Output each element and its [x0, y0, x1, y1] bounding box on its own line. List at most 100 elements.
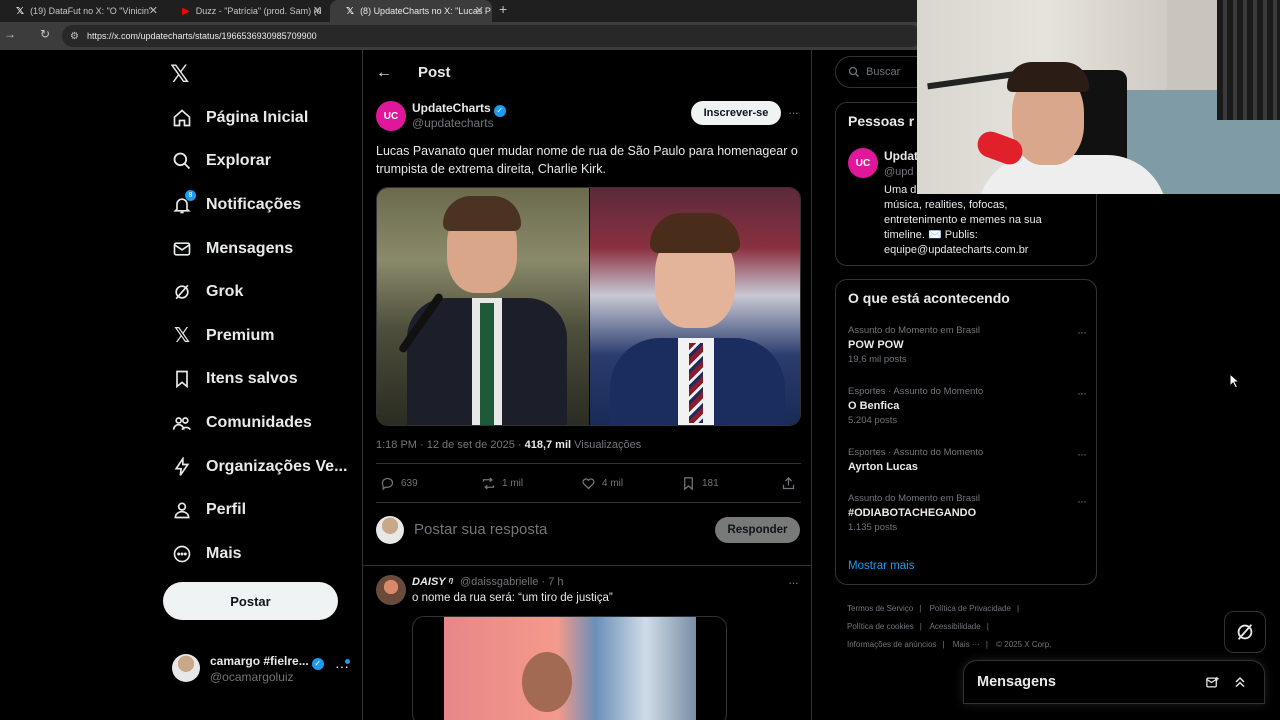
more-icon[interactable]: ··· — [1077, 447, 1087, 461]
bookmark-action[interactable]: 181 — [681, 476, 719, 491]
avatar — [376, 516, 404, 544]
reply-text: o nome da rua será: “um tiro de justiça” — [412, 592, 613, 604]
reply-author-avatar[interactable] — [376, 575, 406, 605]
sidebar-item-bookmarks[interactable]: Itens salvos — [170, 358, 347, 402]
tweet-text: Lucas Pavanato quer mudar nome de rua de… — [376, 144, 798, 176]
sidebar-item-notifications[interactable]: 8 Notificações — [170, 183, 347, 227]
footer-link[interactable]: Termos de Serviço — [847, 604, 913, 613]
author-handle[interactable]: @updatecharts — [412, 116, 494, 130]
more-icon[interactable]: ··· — [1077, 386, 1087, 400]
main-column: ← Post UC UpdateCharts ✓ @updatecharts In… — [362, 50, 812, 720]
browser-tab[interactable]: ▶ Duzz - "Patrícia" (prod. Sam) (d ✕ — [166, 0, 330, 22]
tab-label: (8) UpdateCharts no X: "Lucas P — [360, 6, 491, 16]
reply-action[interactable]: 639 — [380, 476, 418, 491]
subscribe-button[interactable]: Inscrever-se — [691, 101, 781, 125]
tweet-actions: 639 1 mil 4 mil 181 — [376, 476, 801, 496]
sidebar-item-messages[interactable]: Mensagens — [170, 227, 347, 271]
new-tab-icon[interactable]: + — [499, 1, 507, 17]
reply-input[interactable]: Postar sua resposta — [414, 521, 547, 538]
tweet-timestamp[interactable]: 1:18 PM · 12 de set de 2025 · — [376, 439, 525, 451]
sidebar-item-grok[interactable]: Grok — [170, 270, 347, 314]
more-icon[interactable]: ··· — [1077, 325, 1087, 339]
post-button[interactable]: Postar — [163, 582, 338, 620]
like-action[interactable]: 4 mil — [581, 476, 623, 491]
sidebar-item-explore[interactable]: Explorar — [170, 140, 347, 184]
footer-link[interactable]: Política de cookies — [847, 622, 914, 631]
x-logo-icon: 𝕏 — [173, 325, 191, 348]
trend-item[interactable]: Assunto do Momento em Brasil #ODIABOTACH… — [848, 493, 1088, 533]
reply-button[interactable]: Responder — [715, 517, 800, 543]
close-tab-icon[interactable]: ✕ — [313, 4, 322, 17]
footer-link[interactable]: Acessibilidade — [930, 622, 981, 631]
reply-image[interactable] — [412, 616, 727, 720]
footer-link[interactable]: Política de Privacidade — [930, 604, 1011, 613]
reply-author-name[interactable]: DAISY ᵑ — [412, 576, 453, 588]
sidebar-item-communities[interactable]: Comunidades — [170, 401, 347, 445]
tweet-image[interactable] — [376, 187, 801, 426]
people-bio-line: entretenimento e memes na sua — [884, 214, 1042, 226]
bookmark-icon — [170, 367, 194, 391]
account-handle: @ocamargoluiz — [210, 670, 294, 684]
photo-portrait — [590, 188, 800, 425]
tab-label: (19) DataFut no X: "O "Vinicin" — [30, 6, 153, 16]
trends-title: O que está acontecendo — [848, 290, 1010, 306]
copyright: © 2025 X Corp. — [996, 640, 1052, 649]
share-icon — [782, 476, 795, 490]
trend-item[interactable]: Assunto do Momento em Brasil POW POW 19,… — [848, 325, 1088, 365]
people-bio-line: equipe@updatecharts.com.br — [884, 244, 1029, 256]
grok-floating-button[interactable] — [1224, 611, 1266, 653]
close-tab-icon[interactable]: ✕ — [475, 4, 484, 17]
account-switcher[interactable]: camargo #fielre... ✓ @ocamargoluiz ··· — [172, 650, 352, 686]
youtube-icon: ▶ — [182, 5, 190, 17]
forward-icon[interactable]: → — [4, 27, 16, 41]
messages-drawer-title: Mensagens — [977, 674, 1056, 690]
home-icon — [170, 106, 194, 130]
notification-badge: 8 — [185, 189, 196, 201]
heart-icon — [582, 478, 595, 490]
repost-action[interactable]: 1 mil — [481, 476, 523, 491]
x-logo-icon[interactable]: 𝕏 — [170, 60, 189, 89]
more-icon[interactable]: ··· — [1077, 494, 1087, 508]
trend-item[interactable]: Esportes · Assunto do Momento O Benfica … — [848, 386, 1088, 426]
share-action[interactable] — [781, 476, 802, 491]
account-name: camargo #fielre... — [210, 654, 309, 668]
sidebar-item-profile[interactable]: Perfil — [170, 488, 347, 532]
sidebar-item-premium[interactable]: 𝕏 Premium — [170, 314, 347, 358]
more-icon[interactable]: ··· — [788, 575, 799, 590]
communities-icon — [170, 411, 194, 435]
sidebar-item-home[interactable]: Página Inicial — [170, 96, 347, 140]
author-avatar[interactable]: UC — [376, 101, 406, 131]
footer-link[interactable]: Informações de anúncios — [847, 640, 936, 649]
lightning-icon — [170, 455, 194, 479]
grok-icon — [1237, 624, 1253, 640]
url-field[interactable]: ⚙ https://x.com/updatecharts/status/1966… — [62, 25, 922, 47]
reply-author-handle[interactable]: @daissgabrielle · 7 h — [460, 576, 564, 588]
chevron-up-icon — [1235, 676, 1245, 688]
verified-badge-icon: ✓ — [493, 105, 506, 117]
sidebar-item-more[interactable]: Mais — [170, 532, 347, 576]
bell-icon: 8 — [170, 189, 196, 217]
mail-icon — [170, 237, 194, 261]
people-bio-line: timeline. ✉️ Publis: — [884, 229, 978, 241]
browser-tab-active[interactable]: 𝕏 (8) UpdateCharts no X: "Lucas P ✕ — [330, 0, 492, 22]
sidebar-item-verified-orgs[interactable]: Organizações Ve... — [170, 445, 347, 489]
views-label: Visualizações — [571, 439, 642, 451]
trend-item[interactable]: Esportes · Assunto do Momento Ayrton Luc… — [848, 447, 1088, 473]
show-more-link[interactable]: Mostrar mais — [848, 560, 914, 572]
back-arrow-icon[interactable]: ← — [376, 64, 392, 82]
people-avatar[interactable]: UC — [848, 148, 878, 178]
tweet-meta: 1:18 PM · 12 de set de 2025 · 418,7 mil … — [376, 439, 641, 451]
reload-icon[interactable]: ↻ — [40, 27, 50, 41]
close-tab-icon[interactable]: ✕ — [149, 4, 158, 17]
photo-speaker — [377, 188, 589, 425]
more-icon[interactable]: ··· — [788, 105, 799, 120]
author-name[interactable]: UpdateCharts — [412, 101, 491, 115]
trends-card: O que está acontecendo Assunto do Moment… — [835, 279, 1097, 585]
more-circle-icon — [170, 542, 194, 566]
site-info-icon[interactable]: ⚙ — [70, 31, 79, 42]
browser-tab[interactable]: 𝕏 (19) DataFut no X: "O "Vinicin" ✕ — [0, 0, 166, 22]
page-title: Post — [418, 64, 451, 81]
footer-link[interactable]: Mais ··· — [953, 640, 980, 649]
x-logo-icon: 𝕏 — [346, 5, 355, 17]
messages-drawer[interactable]: Mensagens — [963, 660, 1265, 704]
